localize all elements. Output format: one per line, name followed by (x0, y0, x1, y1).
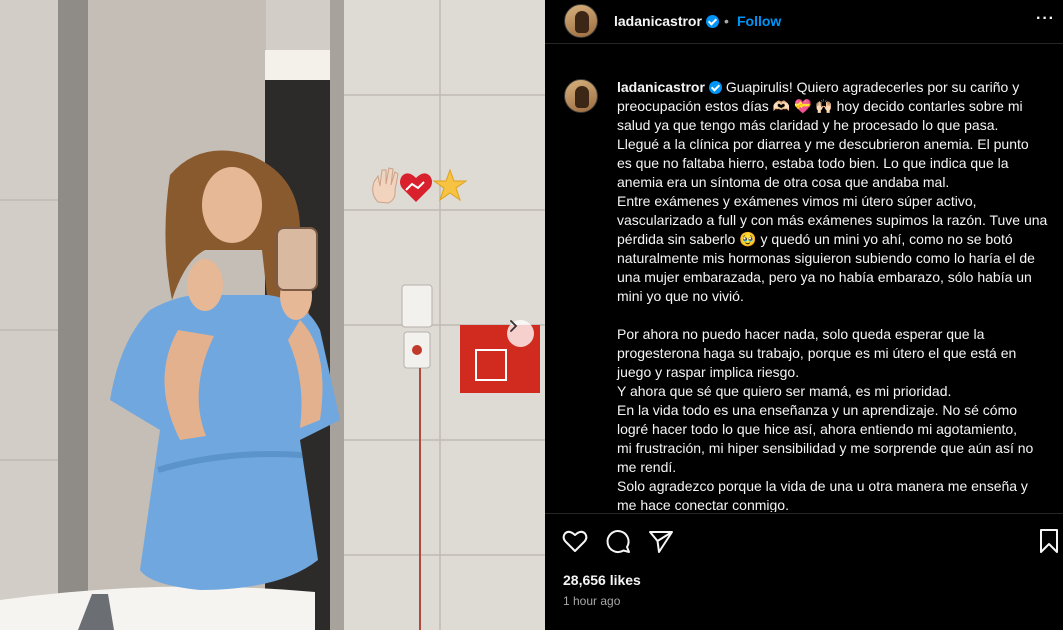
chevron-right-icon (510, 320, 518, 332)
author-avatar[interactable] (564, 4, 598, 38)
likes-count[interactable]: 28,656 likes (563, 572, 641, 588)
caption-line: preocupación estos días 🫶🏻 💝 🙌🏻 hoy deci… (617, 98, 1023, 114)
caption-line: Y ahora que sé que quiero ser mamá, es m… (617, 383, 952, 399)
verified-badge-icon (705, 15, 719, 28)
caption-line: me rendí. (617, 459, 677, 475)
caption-line: Solo agradezco porque la vida de una u o… (617, 478, 1028, 494)
caption-line: pérdida sin saberlo 🥹 y quedó un mini yo… (617, 231, 1013, 247)
like-heart-icon[interactable] (561, 527, 589, 555)
actions-divider (545, 513, 1063, 514)
caption-line: En la vida todo es una enseñanza y un ap… (617, 402, 1018, 418)
caption-line: una mujer embarazada, pero ya no había e… (617, 269, 1032, 285)
sticker-emojis (368, 166, 468, 206)
comments-section[interactable]: ladanicastror Guapirulis! Quiero agradec… (545, 62, 1063, 512)
caption-line: me hace conectar conmigo. (617, 497, 789, 512)
caption-line: progesterona haga su trabajo, porque es … (617, 345, 1017, 361)
caption-line: naturalmente mis hormonas siguieron subi… (617, 250, 1035, 266)
more-options-icon[interactable]: ··· (1036, 10, 1055, 28)
caption-line: ladanicastror Guapirulis! Quiero agradec… (617, 78, 1061, 97)
post-timestamp[interactable]: 1 hour ago (563, 594, 620, 608)
post-photo[interactable] (0, 0, 545, 630)
star-icon (432, 168, 468, 202)
separator-dot: • (724, 13, 729, 29)
caption-line: salud ya que tengo más claridad y he pro… (617, 117, 999, 133)
follow-button[interactable]: Follow (737, 13, 781, 29)
caption-text: Guapirulis! Quiero agradecerles por su c… (721, 79, 1020, 95)
caption-author[interactable]: ladanicastror (617, 79, 705, 95)
author-username[interactable]: ladanicastror (614, 13, 719, 29)
caption-line: Por ahora no puedo hacer nada, solo qued… (617, 326, 985, 342)
caption-line: logré hacer todo lo que hice así, ahora … (617, 421, 1018, 437)
caption-line: anemia era un síntoma de otra cosa que a… (617, 174, 950, 190)
comment-icon[interactable] (604, 527, 632, 555)
caption-line: es que no faltaba hierro, estaba todo bi… (617, 155, 1009, 171)
caption-author-avatar[interactable] (564, 79, 598, 113)
caption-line: juego y raspar implica riesgo. (617, 364, 800, 380)
author-username-text[interactable]: ladanicastror (614, 13, 702, 29)
wave-hand-icon (372, 167, 399, 204)
caption-line: mi frustración, mi hiper sensibilidad y … (617, 440, 1034, 456)
post-panel: ladanicastror • Follow ··· ladanicastror… (545, 0, 1063, 630)
caption-line: mini yo que no vivió. (617, 288, 744, 304)
caption-line: vascularizado a full y con más exámenes … (617, 212, 1048, 228)
post-header: ladanicastror • Follow ··· (545, 0, 1063, 44)
selfie-image (0, 0, 545, 630)
action-bar (545, 527, 1063, 557)
verified-badge-icon (708, 81, 722, 94)
share-send-icon[interactable] (647, 527, 675, 555)
post-caption: ladanicastror Guapirulis! Quiero agradec… (617, 78, 1061, 512)
caption-line: Llegué a la clínica por diarrea y me des… (617, 136, 1029, 152)
caption-line: Entre exámenes y exámenes vimos mi útero… (617, 193, 977, 209)
caption-line (617, 306, 1061, 325)
save-bookmark-icon[interactable] (1035, 527, 1063, 555)
next-photo-button[interactable] (507, 320, 534, 347)
